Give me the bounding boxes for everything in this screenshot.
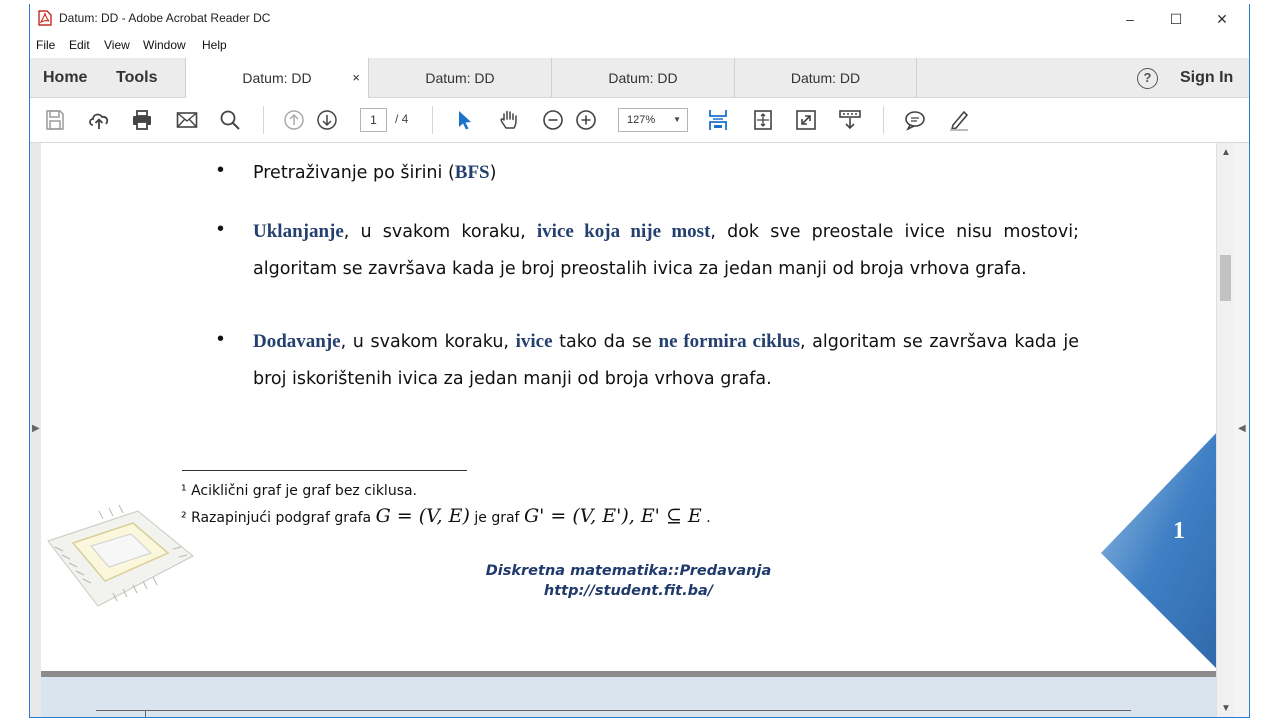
page-number-triangle xyxy=(1101,433,1216,668)
formula: G = (V, E) xyxy=(375,505,470,527)
window-title: Datum: DD - Adobe Acrobat Reader DC xyxy=(59,11,271,25)
next-page-rule xyxy=(96,710,1131,711)
page-total: / 4 xyxy=(395,112,409,126)
desktop-left xyxy=(0,0,29,720)
text: Pretraživanje po širini ( xyxy=(253,163,455,183)
text: tako da se xyxy=(552,332,659,352)
zoom-in-icon[interactable] xyxy=(574,108,598,132)
next-page-box xyxy=(96,710,146,717)
footer-course-title: Diskretna matematika::Predavanja xyxy=(485,563,772,579)
acrobat-window: Datum: DD - Adobe Acrobat Reader DC – ☐ … xyxy=(29,4,1250,718)
document-tab-label: Datum: DD xyxy=(425,70,495,86)
right-panel-toggle-icon[interactable]: ◀ xyxy=(1238,423,1246,434)
bullet-bfs: Pretraživanje po širini (BFS) xyxy=(253,154,1079,192)
minimize-button[interactable]: – xyxy=(1118,8,1142,30)
text: , u svakom koraku, xyxy=(340,332,516,352)
toolbar-separator xyxy=(432,106,433,134)
previous-page-icon[interactable] xyxy=(282,108,306,132)
vertical-scrollbar[interactable]: ▲ ▼ xyxy=(1216,143,1234,717)
next-pdf-page xyxy=(41,677,1216,717)
document-tab-label: Datum: DD xyxy=(242,70,312,86)
document-tab-4[interactable]: Datum: DD xyxy=(734,58,917,98)
footer-url: http://student.fit.ba/ xyxy=(543,583,714,599)
page-number-input[interactable]: 1 xyxy=(360,108,387,132)
tab-bar: Home Tools Datum: DD × Datum: DD Datum: … xyxy=(30,58,1249,99)
document-tab-3[interactable]: Datum: DD xyxy=(551,58,734,98)
text: ) xyxy=(489,163,497,183)
toolbar: 1 / 4 127% ▼ xyxy=(30,98,1249,143)
menu-view[interactable]: View xyxy=(104,38,130,52)
menu-bar: File Edit View Window Help xyxy=(30,34,1249,58)
menu-edit[interactable]: Edit xyxy=(69,38,90,52)
tab-close-icon[interactable]: × xyxy=(352,58,360,98)
pdf-page: • Pretraživanje po širini (BFS) • Uklanj… xyxy=(41,143,1216,671)
sign-in-button[interactable]: Sign In xyxy=(1180,69,1233,87)
bullet-dodavanje: Dodavanje, u svakom koraku, ivice tako d… xyxy=(253,323,1079,398)
read-mode-icon[interactable] xyxy=(838,108,862,132)
save-icon[interactable] xyxy=(43,108,67,132)
email-icon[interactable] xyxy=(175,108,199,132)
keyword: BFS xyxy=(454,162,490,183)
close-button[interactable]: ✕ xyxy=(1210,8,1234,30)
text: ² Razapinjući podgraf grafa xyxy=(181,510,376,526)
document-tab-label: Datum: DD xyxy=(608,70,678,86)
next-page-icon[interactable] xyxy=(315,108,339,132)
footnote-rule xyxy=(182,470,467,471)
comment-icon[interactable] xyxy=(903,108,927,132)
scrollbar-thumb[interactable] xyxy=(1220,255,1231,301)
keyword: ivice xyxy=(515,331,553,352)
scroll-up-icon[interactable]: ▲ xyxy=(1221,147,1231,158)
zoom-out-icon[interactable] xyxy=(541,108,565,132)
text: , u svakom koraku, xyxy=(343,222,537,242)
scrolling-mode-icon[interactable] xyxy=(706,108,730,132)
document-view[interactable]: • Pretraživanje po širini (BFS) • Uklanj… xyxy=(30,143,1249,717)
acrobat-pdf-icon xyxy=(38,10,52,26)
bullet-uklanjanje: Uklanjanje, u svakom koraku, ivice koja … xyxy=(253,213,1079,288)
left-panel-toggle-icon[interactable]: ▶ xyxy=(32,423,40,434)
formula: G' = (V, E'), E' ⊆ E xyxy=(523,505,702,527)
cloud-upload-icon[interactable] xyxy=(87,108,111,132)
zoom-level-select[interactable]: 127% ▼ xyxy=(618,108,688,132)
keyword: ivice koja nije most xyxy=(536,221,711,242)
keyword: Uklanjanje xyxy=(253,221,344,242)
print-icon[interactable] xyxy=(130,108,154,132)
keyword: Dodavanje xyxy=(253,331,341,352)
toolbar-separator xyxy=(263,106,264,134)
toolbar-separator xyxy=(883,106,884,134)
footnote-2: ² Razapinjući podgraf grafa G = (V, E) j… xyxy=(181,505,711,527)
right-panel-collapsed: ◀ xyxy=(1234,143,1249,717)
bullet-marker: • xyxy=(217,159,225,181)
hand-tool-icon[interactable] xyxy=(497,108,521,132)
screen: Datum: DD - Adobe Acrobat Reader DC – ☐ … xyxy=(0,0,1280,720)
menu-window[interactable]: Window xyxy=(143,38,186,52)
menu-help[interactable]: Help xyxy=(202,38,227,52)
footnote-1: ¹ Aciklični graf je graf bez ciklusa. xyxy=(181,483,418,499)
full-screen-icon[interactable] xyxy=(794,108,818,132)
search-icon[interactable] xyxy=(218,108,242,132)
fit-page-icon[interactable] xyxy=(751,108,775,132)
maximize-button[interactable]: ☐ xyxy=(1164,8,1188,30)
text: je graf xyxy=(469,510,524,526)
bullet-marker: • xyxy=(217,328,225,350)
desktop-right xyxy=(1250,0,1280,720)
menu-file[interactable]: File xyxy=(36,38,55,52)
text: . xyxy=(701,510,711,526)
keyword: ne formira ciklus xyxy=(658,331,800,352)
document-tab-label: Datum: DD xyxy=(790,70,861,86)
bullet-marker: • xyxy=(217,218,225,240)
title-bar: Datum: DD - Adobe Acrobat Reader DC – ☐ … xyxy=(30,4,1249,34)
tools-tab[interactable]: Tools xyxy=(116,69,157,87)
document-tab-2[interactable]: Datum: DD xyxy=(368,58,551,98)
scroll-down-icon[interactable]: ▼ xyxy=(1221,703,1231,714)
select-cursor-icon[interactable] xyxy=(453,108,477,132)
zoom-value: 127% xyxy=(627,114,656,126)
document-tab-1[interactable]: Datum: DD × xyxy=(185,58,368,99)
highlight-pen-icon[interactable] xyxy=(947,108,971,132)
page-number-label: 1 xyxy=(1173,518,1185,544)
help-icon[interactable]: ? xyxy=(1137,68,1158,89)
home-tab[interactable]: Home xyxy=(43,69,87,87)
chevron-down-icon: ▼ xyxy=(673,115,681,124)
